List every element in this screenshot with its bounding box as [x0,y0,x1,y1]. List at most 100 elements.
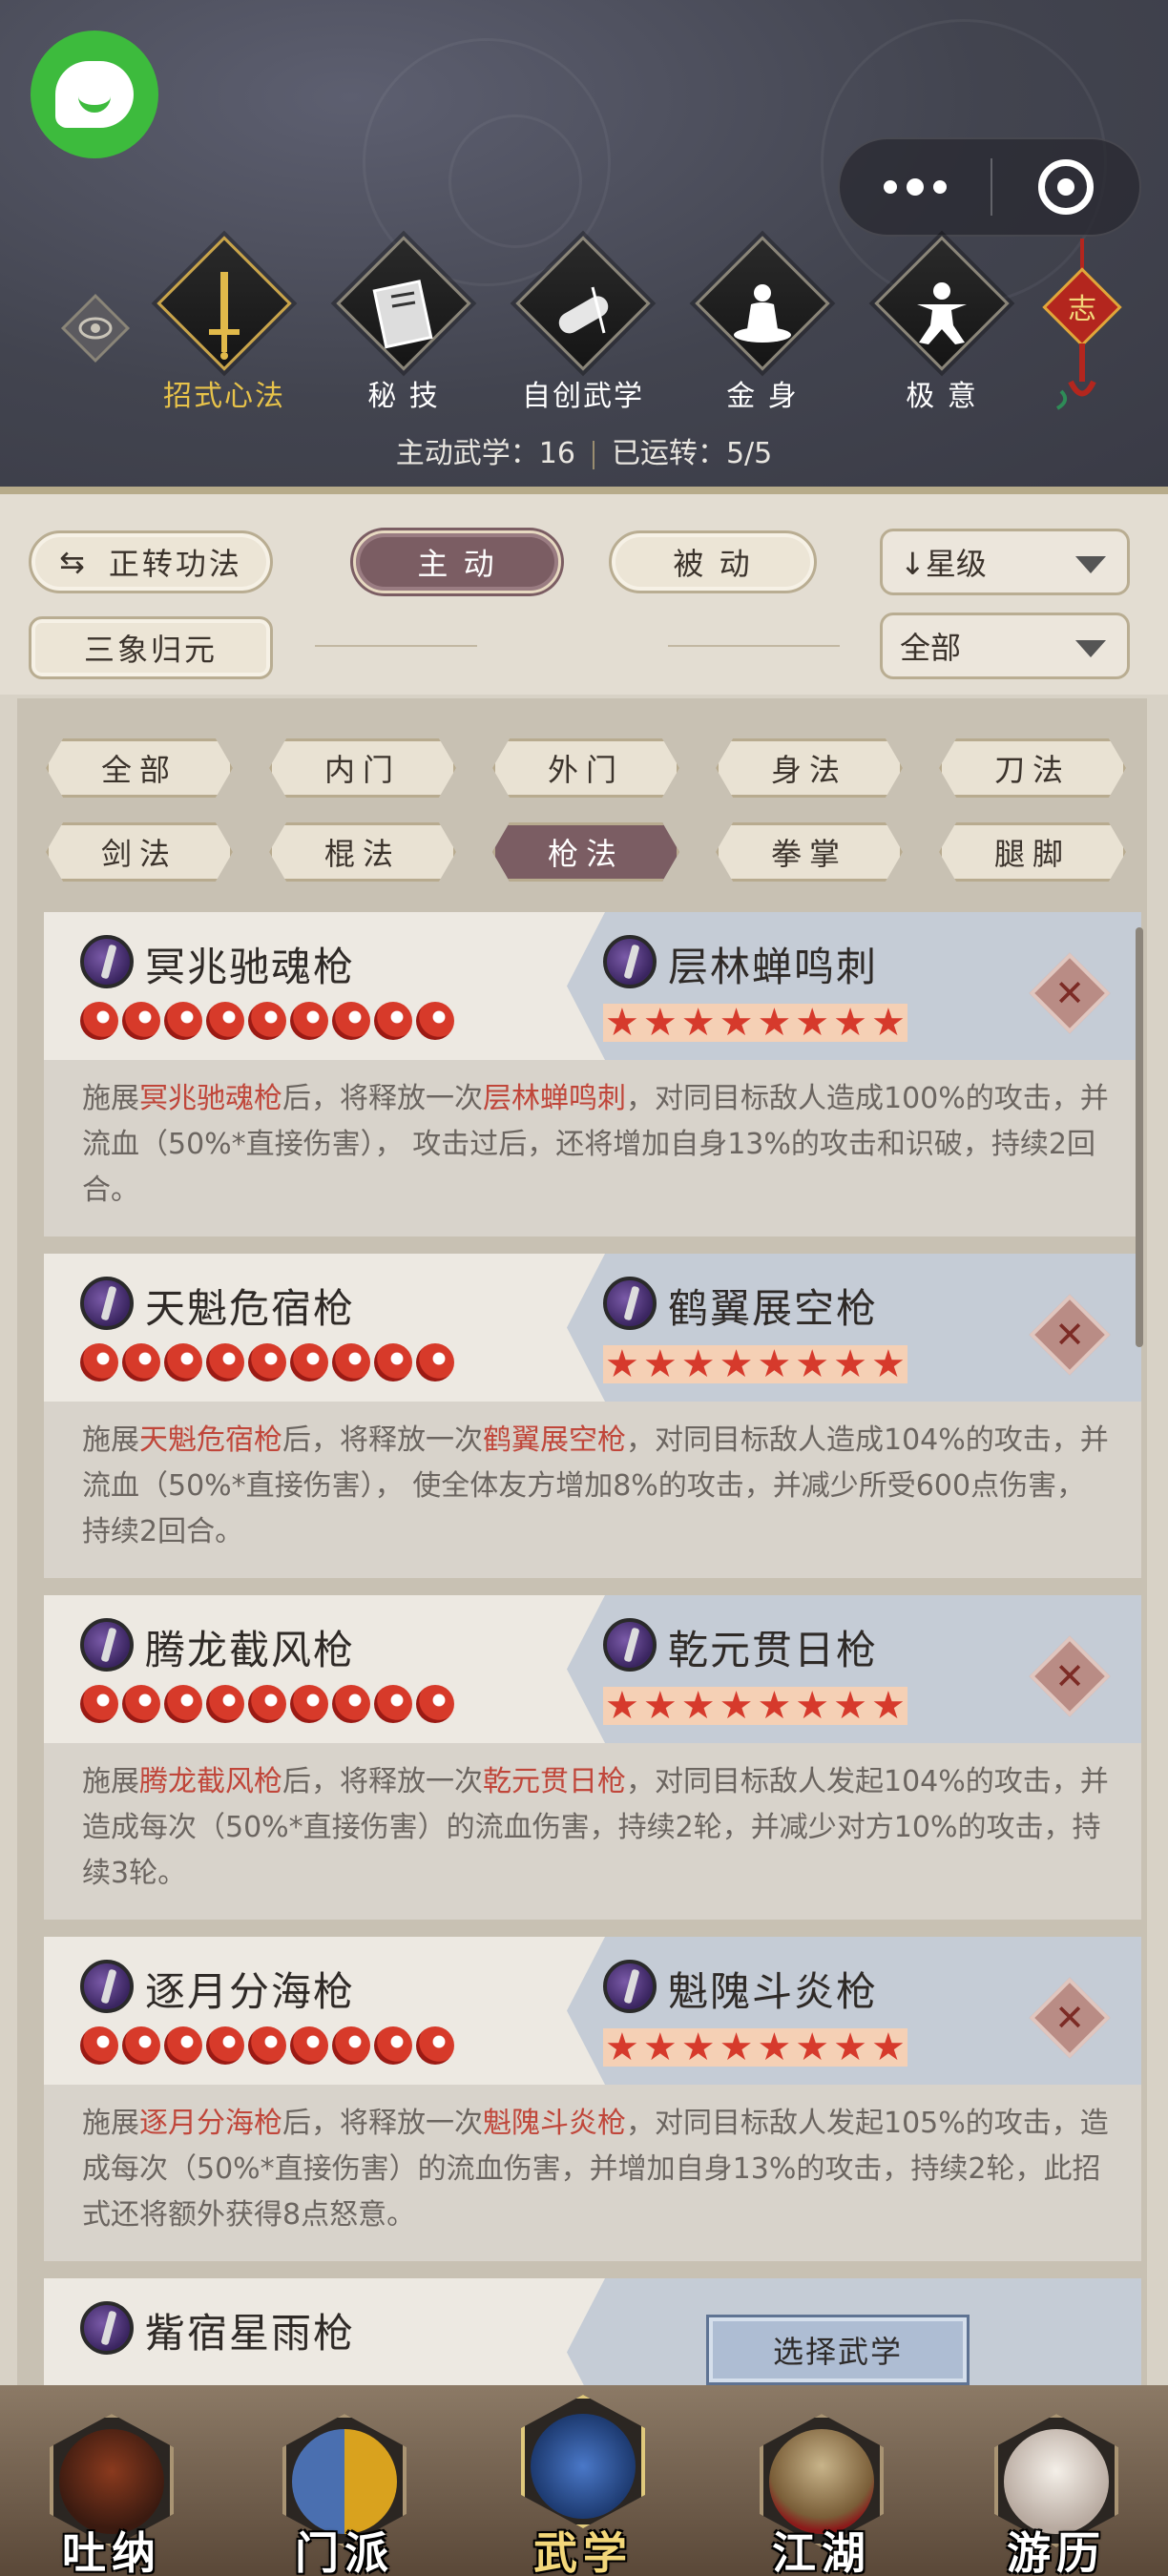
star-icon: ★ [680,2025,716,2069]
star-icon: ★ [605,2025,639,2069]
close-miniapp-icon[interactable] [992,159,1139,215]
star-icon: ★ [680,1684,716,1728]
flame-icon [248,1002,286,1040]
select-skill-button[interactable]: 选择武学 [706,2315,970,2385]
left-skill-name: 逐月分海枪 [145,1968,356,2015]
filter-blade[interactable]: 刀法 [939,738,1126,798]
passive-filter-button[interactable]: 被 动 [609,530,817,593]
flame-icon [416,1343,454,1381]
category-dropdown[interactable]: 全部 [880,613,1130,679]
flame-icon [206,2026,244,2065]
nav-martial-arts[interactable]: 武学 [492,2395,674,2576]
filter-staff[interactable]: 棍法 [269,822,456,882]
nav-breathing[interactable]: 吐纳 [21,2395,202,2576]
flame-icon [122,1002,160,1040]
flame-rating [80,2026,454,2065]
sanxiang-button[interactable]: 三象归元 [29,616,273,679]
combo-card[interactable]: 腾龙截风枪 乾元贯日枪 ★ ★ ★ ★ ★ ★ ★ ★ ✕ 施展腾龙截风枪后，将释放一次乾元贯… [44,1595,1141,1920]
flame-rating [80,1343,454,1381]
combo-card[interactable]: 天魁危宿枪 鹤翼展空枪 ★ ★ ★ ★ ★ ★ ★ ★ ✕ 施展天魁危宿枪后，将释放一次鹤翼展… [44,1254,1141,1578]
tab-label: 极 意 [906,380,978,413]
star-icon: ★ [871,1684,906,1728]
star-icon: ★ [833,2025,868,2069]
switch-method-button[interactable]: ⇆ 正转功法 [29,530,273,593]
sort-dropdown[interactable]: ↓星级 [880,529,1130,595]
spear-skill-icon [80,1618,134,1672]
star-icon: ★ [605,1342,639,1386]
svg-text:志: 志 [1068,293,1096,326]
star-rating: ★ ★ ★ ★ ★ ★ ★ ★ [603,1687,907,1725]
nav-sect[interactable]: 门派 [254,2395,435,2576]
flame-icon [374,2026,412,2065]
star-icon: ★ [642,1684,678,1728]
flame-icon [290,1002,328,1040]
status-line: 主动武学：16 已运转：5/5 [0,429,1168,471]
star-icon: ★ [719,1342,754,1386]
tab-self-created[interactable]: 自创武学 [511,236,655,418]
active-count: 主动武学：16 [395,437,575,470]
filter-all[interactable]: 全部 [46,738,233,798]
tab-golden-body[interactable]: 金 身 [691,236,834,418]
tab-moves-methods[interactable]: 招式心法 [153,236,296,418]
chinese-knot-icon[interactable]: 志 [1042,239,1122,410]
filter-leg[interactable]: 腿脚 [939,822,1126,882]
flame-icon [416,2026,454,2065]
spear-skill-icon [80,2301,134,2355]
manual-book-icon [531,2414,636,2519]
flame-icon [248,1685,286,1723]
filter-inner[interactable]: 内门 [269,738,456,798]
tab-ultimate-intent[interactable]: 极 意 [870,236,1013,418]
flame-icon [80,1343,118,1381]
combo-card[interactable]: 觜宿星雨枪 选择武学 [44,2278,1141,2387]
left-skill-name: 觜宿星雨枪 [145,2310,356,2357]
scrollbar[interactable] [1136,927,1143,1347]
spear-skill-icon [80,1277,134,1330]
spear-skill-icon [603,1618,657,1672]
flame-icon [332,1343,370,1381]
flame-icon [122,1685,160,1723]
eye-icon[interactable] [59,292,132,364]
main-panel: ⇆ 正转功法 主 动 被 动 ↓星级 三象归元 全部 全部 内门 外门 身法 刀法… [0,487,1168,2404]
combo-list[interactable]: 全部 内门 外门 身法 刀法 剑法 棍法 枪法 拳掌 腿脚 冥兆驰魂枪 层林蝉鸣… [17,698,1147,2387]
flame-icon [164,1685,202,1723]
tab-secret-skills[interactable]: 秘 技 [332,236,475,418]
combo-card[interactable]: 冥兆驰魂枪 层林蝉鸣刺 ★ ★ ★ ★ ★ ★ ★ ★ ✕ 施展冥兆驰魂枪后，将释放一次层林蝉… [44,912,1141,1236]
spear-skill-icon [603,935,657,988]
filter-movement[interactable]: 身法 [716,738,903,798]
filter-outer[interactable]: 外门 [492,738,679,798]
flame-icon [122,1343,160,1381]
flame-icon [206,1685,244,1723]
close-icon: ✕ [1054,1314,1085,1356]
star-icon: ★ [833,1001,868,1045]
combo-description: 施展腾龙截风枪后，将释放一次乾元贯日枪，对同目标敌人发起104%的攻击，并造成每… [82,1765,1109,1890]
active-filter-button[interactable]: 主 动 [353,530,561,593]
chevron-down-icon [1075,640,1106,657]
flame-icon [374,1685,412,1723]
filter-spear[interactable]: 枪法 [492,822,679,882]
star-icon: ★ [680,1342,716,1386]
star-rating: ★ ★ ★ ★ ★ ★ ★ ★ [603,2028,907,2067]
star-rating: ★ ★ ★ ★ ★ ★ ★ ★ [603,1004,907,1042]
header: 招式心法 秘 技 自创武学 金 身 极 意 志 主动武学：16 已运转：5/5 [0,0,1168,487]
tab-label: 招式心法 [163,380,285,413]
flame-icon [80,1685,118,1723]
nav-jianghu[interactable]: 江湖 [731,2395,912,2576]
combo-description: 施展冥兆驰魂枪后，将释放一次层林蝉鸣刺，对同目标敌人造成100%的攻击，并流血（… [82,1082,1109,1207]
filter-fist[interactable]: 拳掌 [716,822,903,882]
flame-icon [374,1002,412,1040]
star-icon: ★ [795,1684,830,1728]
star-icon: ★ [871,2025,906,2069]
combo-card[interactable]: 逐月分海枪 魁隗斗炎枪 ★ ★ ★ ★ ★ ★ ★ ★ ✕ 施展逐月分海枪后，将释放一次魁隗斗… [44,1937,1141,2261]
nav-travel[interactable]: 游历 [966,2395,1147,2576]
star-icon: ★ [719,1001,754,1045]
flame-icon [206,1002,244,1040]
filter-sword[interactable]: 剑法 [46,822,233,882]
star-icon: ★ [757,1001,792,1045]
flame-icon [80,1002,118,1040]
star-icon: ★ [719,1684,754,1728]
more-icon[interactable] [840,139,991,235]
star-icon: ★ [680,1001,716,1045]
flame-icon [332,1002,370,1040]
cloud-decoration [448,114,582,248]
chat-icon[interactable] [31,31,158,158]
